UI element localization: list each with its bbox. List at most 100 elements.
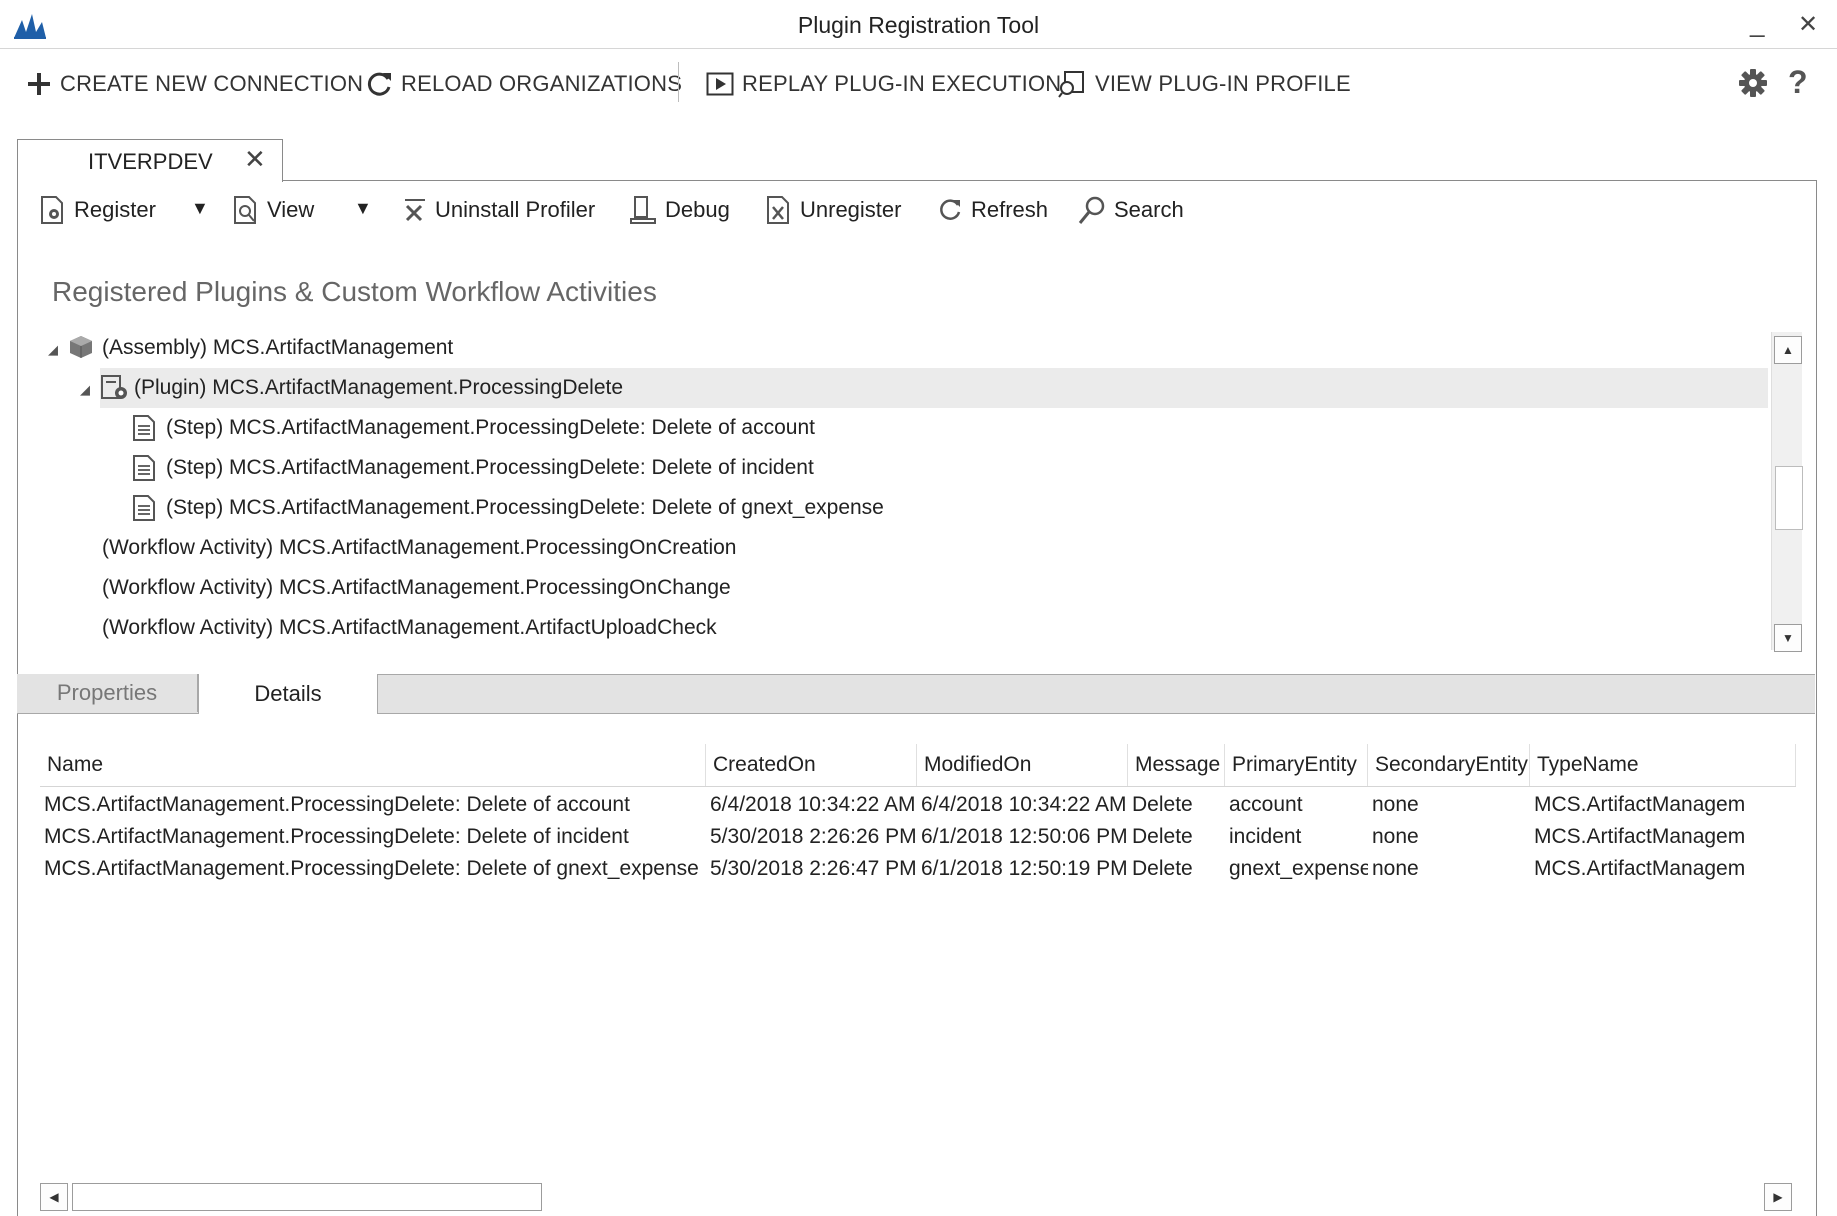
create-new-connection-label: CREATE NEW CONNECTION [60, 71, 364, 96]
tree-section-heading: Registered Plugins & Custom Workflow Act… [52, 276, 657, 307]
table-cell: MCS.ArtifactManagement.ProcessingDelete:… [44, 857, 699, 880]
table-cell: MCS.ArtifactManagem [1534, 793, 1746, 816]
help-button[interactable]: ? [1788, 64, 1808, 101]
search-icon [1078, 196, 1105, 224]
close-window-button[interactable]: ✕ [1798, 10, 1818, 39]
scroll-right-icon[interactable]: ▶ [1764, 1183, 1792, 1211]
connection-tab-label: ITVERPDEV [88, 149, 213, 174]
column-header[interactable]: TypeName [1530, 744, 1796, 786]
view-icon [234, 196, 256, 224]
window-title: Plugin Registration Tool [797, 12, 1040, 38]
unregister-icon [767, 196, 789, 224]
toolbar-separator [678, 62, 679, 102]
tree-item-assembly[interactable]: ◢ (Assembly) MCS.ArtifactManagement [40, 328, 1768, 368]
table-cell: gnext_expense [1229, 857, 1368, 880]
table-row[interactable]: MCS.ArtifactManagement.ProcessingDelete:… [40, 820, 1796, 853]
scroll-down-icon[interactable]: ▼ [1774, 624, 1802, 652]
assembly-icon [68, 334, 94, 374]
register-button[interactable]: Register [40, 191, 156, 229]
uninstall-profiler-button[interactable]: Uninstall Profiler [403, 191, 595, 229]
minimize-button[interactable]: _ [1750, 8, 1764, 39]
tree-item-label: (Step) MCS.ArtifactManagement.Processing… [166, 456, 814, 479]
debug-label: Debug [665, 197, 730, 222]
register-icon [41, 196, 63, 224]
column-header[interactable]: ModifiedOn [917, 744, 1128, 786]
table-cell: none [1372, 793, 1419, 816]
refresh-button[interactable]: Refresh [939, 191, 1048, 229]
scroll-up-icon[interactable]: ▲ [1774, 336, 1802, 364]
unregister-label: Unregister [800, 197, 902, 222]
view-label: View [267, 197, 315, 222]
table-cell: MCS.ArtifactManagement.ProcessingDelete:… [44, 793, 630, 816]
tree-item-workflow[interactable]: (Workflow Activity) MCS.ArtifactManageme… [100, 568, 1768, 608]
view-button[interactable]: View [233, 191, 314, 229]
tree-scroll-thumb[interactable] [1775, 466, 1803, 530]
table-cell: incident [1229, 825, 1302, 848]
debug-button[interactable]: Debug [629, 191, 730, 229]
tree-item-label: (Workflow Activity) MCS.ArtifactManageme… [102, 536, 737, 559]
tab-details[interactable]: Details [198, 674, 378, 714]
table-cell: MCS.ArtifactManagem [1534, 857, 1746, 880]
table-cell: MCS.ArtifactManagement.ProcessingDelete:… [44, 825, 629, 848]
tab-properties[interactable]: Properties [17, 674, 198, 712]
create-new-connection-button[interactable]: CREATE NEW CONNECTION [26, 66, 363, 102]
tree-expander-icon[interactable]: ◢ [80, 370, 90, 410]
replay-plugin-execution-button[interactable]: REPLAY PLUG-IN EXECUTION [706, 66, 1061, 102]
reload-organizations-label: RELOAD ORGANIZATIONS [401, 71, 683, 96]
table-row[interactable]: MCS.ArtifactManagement.ProcessingDelete:… [40, 852, 1796, 885]
refresh-icon [940, 199, 961, 220]
table-cell: 6/4/2018 10:34:22 AM [710, 793, 916, 816]
uninstall-profiler-label: Uninstall Profiler [435, 197, 596, 222]
reload-organizations-button[interactable]: RELOAD ORGANIZATIONS [367, 66, 682, 102]
table-cell: 5/30/2018 2:26:26 PM [710, 825, 917, 848]
details-grid-header: Name CreatedOn ModifiedOn Message PrimaryEnt… [40, 744, 1796, 787]
tree-item-workflow[interactable]: (Workflow Activity) MCS.ArtifactManageme… [100, 608, 1768, 648]
table-cell: none [1372, 825, 1419, 848]
tree-item-label: (Plugin) MCS.ArtifactManagement.Processi… [134, 376, 624, 399]
register-dropdown-chevron-icon[interactable]: ▼ [191, 198, 209, 219]
column-header[interactable]: Name [40, 744, 706, 786]
search-button[interactable]: Search [1078, 191, 1184, 229]
column-header[interactable]: CreatedOn [706, 744, 917, 786]
table-cell: Delete [1132, 793, 1193, 816]
tree-item-step[interactable]: (Step) MCS.ArtifactManagement.Processing… [100, 408, 1768, 448]
tree-item-step[interactable]: (Step) MCS.ArtifactManagement.Processing… [100, 448, 1768, 488]
column-header[interactable]: SecondaryEntity [1368, 744, 1530, 786]
table-cell: Delete [1132, 857, 1193, 880]
reload-icon [367, 72, 391, 96]
tree-item-plugin[interactable]: ◢ (Plugin) MCS.ArtifactManagement.Process… [80, 368, 1768, 408]
refresh-label: Refresh [971, 197, 1049, 222]
tree-item-label: (Step) MCS.ArtifactManagement.Processing… [166, 416, 815, 439]
view-dropdown-chevron-icon[interactable]: ▼ [354, 198, 372, 219]
table-cell: none [1372, 857, 1419, 880]
tree-item-label: (Workflow Activity) MCS.ArtifactManageme… [102, 576, 731, 599]
table-cell: 5/30/2018 2:26:47 PM [710, 857, 917, 880]
uninstall-icon [405, 199, 425, 222]
register-label: Register [74, 197, 156, 222]
table-cell: account [1229, 793, 1303, 816]
view-plugin-profile-button[interactable]: VIEW PLUG-IN PROFILE [1057, 66, 1351, 102]
table-cell: MCS.ArtifactManagem [1534, 825, 1746, 848]
tree-item-label: (Workflow Activity) MCS.ArtifactManageme… [102, 616, 717, 639]
settings-gear-icon[interactable] [1738, 68, 1768, 103]
scroll-left-icon[interactable]: ◀ [40, 1183, 68, 1211]
tree-expander-icon[interactable]: ◢ [48, 330, 58, 370]
column-header[interactable]: Message [1128, 744, 1225, 786]
debug-icon [630, 196, 656, 224]
unregister-button[interactable]: Unregister [766, 191, 901, 229]
profile-icon [1058, 71, 1084, 98]
table-cell: 6/1/2018 12:50:19 PM [921, 857, 1128, 880]
table-cell: 6/1/2018 12:50:06 PM [921, 825, 1128, 848]
table-cell: 6/4/2018 10:34:22 AM [921, 793, 1127, 816]
connection-tab[interactable]: ITVERPDEV ✕ [17, 139, 283, 182]
tree-item-step[interactable]: (Step) MCS.ArtifactManagement.Processing… [100, 488, 1768, 528]
plugin-tree[interactable]: ◢ (Assembly) MCS.ArtifactManagement ◢ (Plug… [40, 328, 1768, 652]
close-tab-icon[interactable]: ✕ [244, 144, 266, 175]
tree-item-workflow[interactable]: (Workflow Activity) MCS.ArtifactManageme… [100, 528, 1768, 568]
tree-item-label: (Assembly) MCS.ArtifactManagement [102, 336, 454, 359]
view-plugin-profile-label: VIEW PLUG-IN PROFILE [1095, 71, 1351, 96]
grid-horizontal-scroll-thumb[interactable] [72, 1183, 542, 1211]
table-row[interactable]: MCS.ArtifactManagement.ProcessingDelete:… [40, 788, 1796, 821]
replay-plugin-execution-label: REPLAY PLUG-IN EXECUTION [742, 71, 1062, 96]
column-header[interactable]: PrimaryEntity [1225, 744, 1368, 786]
